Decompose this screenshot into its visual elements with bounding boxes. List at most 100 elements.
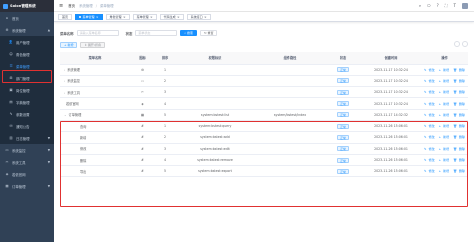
- sidebar-item[interactable]: ▦ 订单管理 ▼: [0, 180, 54, 192]
- sidebar-item[interactable]: ▥ 日志管理 ▼: [0, 132, 54, 144]
- expand-icon[interactable]: ›: [64, 68, 65, 72]
- add-child-button[interactable]: + 新增: [438, 90, 451, 94]
- tag-item[interactable]: 代码生成 ×: [159, 13, 184, 20]
- edit-button[interactable]: ✎ 修改: [423, 102, 436, 106]
- close-icon[interactable]: ×: [150, 15, 153, 19]
- sidebar-item-label: 日志管理: [16, 136, 30, 141]
- tag-item[interactable]: 菜单管理 ×: [132, 13, 157, 20]
- tag-item[interactable]: 菜单管理 ×: [75, 13, 103, 20]
- add-child-button[interactable]: + 新增: [438, 102, 451, 106]
- sidebar-item[interactable]: ⚙ 系统管理 ▲: [0, 24, 54, 36]
- sidebar-item[interactable]: ⌂ 首页: [0, 12, 54, 24]
- sidebar-item[interactable]: ◈ 若依官网: [0, 168, 54, 180]
- hide-search-icon[interactable]: [454, 41, 460, 47]
- delete-button[interactable]: 🗑 删除: [452, 135, 466, 139]
- table-row[interactable]: › 系统管理 ⚙ 1 正常 2023-11-17 10:32:24 ✎ 修改 + 新增 🗑 删除: [60, 64, 468, 76]
- sidebar-item[interactable]: ✉ 通知公告: [0, 120, 54, 132]
- status-cell: 正常: [325, 97, 361, 110]
- add-child-button[interactable]: + 新增: [438, 79, 451, 83]
- add-child-button[interactable]: + 新增: [438, 68, 451, 72]
- table-row[interactable]: 导出 #5 system:bstest:export 正常 2023-11-26 15:…: [60, 165, 468, 178]
- reset-button[interactable]: ↻ 重置: [200, 30, 218, 36]
- component-cell: [255, 143, 325, 155]
- menu-name-label: 菜单名称: [60, 31, 74, 36]
- sidebar-item[interactable]: ✎ 参数设置: [0, 108, 54, 120]
- add-child-button[interactable]: + 新增: [438, 147, 451, 151]
- menu-name-input[interactable]: 请输入菜单名称: [76, 30, 119, 36]
- sidebar-item[interactable]: ☺ 角色管理: [0, 48, 54, 60]
- close-icon[interactable]: ×: [177, 15, 180, 19]
- op-label: 修改: [428, 158, 435, 163]
- sort-cell: 3: [155, 86, 175, 99]
- close-icon[interactable]: ×: [123, 15, 126, 19]
- expand-collapse-button[interactable]: ↕ 展开/折叠: [80, 42, 105, 48]
- github-icon[interactable]: ⎔: [427, 3, 431, 8]
- op-label: 新增: [443, 112, 450, 117]
- question-icon[interactable]: ?: [437, 3, 439, 8]
- delete-button[interactable]: 🗑 删除: [452, 79, 466, 83]
- column-header: 状态: [325, 52, 361, 65]
- hamburger-icon[interactable]: ≡: [59, 3, 63, 9]
- status-select[interactable]: 菜单状态: [135, 30, 178, 36]
- table-row[interactable]: 新增 #2 system:bstest:add 正常 2023-11-26 15:06:…: [60, 131, 468, 144]
- edit-button[interactable]: ✎ 修改: [423, 147, 436, 151]
- add-child-button[interactable]: + 新增: [438, 169, 451, 173]
- delete-button[interactable]: 🗑 删除: [452, 147, 466, 151]
- add-button[interactable]: + 新增: [60, 42, 78, 48]
- expand-icon[interactable]: ⌄: [64, 113, 67, 117]
- edit-button[interactable]: ✎ 修改: [423, 135, 436, 139]
- sidebar-item[interactable]: ▤ 字典管理: [0, 96, 54, 108]
- edit-button[interactable]: ✎ 修改: [423, 169, 436, 173]
- edit-button[interactable]: ✎ 修改: [423, 68, 436, 72]
- sidebar-item[interactable]: ▣ 岗位管理: [0, 84, 54, 96]
- delete-button[interactable]: 🗑 删除: [452, 102, 466, 106]
- perm-cell: [175, 64, 255, 76]
- add-child-button[interactable]: + 新增: [438, 135, 451, 139]
- menu-name-cell: ⌄ 订单管理: [60, 109, 130, 121]
- avatar[interactable]: [462, 2, 468, 9]
- tag-item[interactable]: 系统接口 ×: [186, 13, 211, 20]
- edit-button[interactable]: ✎ 修改: [423, 124, 436, 128]
- table-row[interactable]: 删除 #4 system:bstest:remove 正常 2023-11-26 15:…: [60, 154, 468, 167]
- delete-button[interactable]: 🗑 删除: [452, 124, 466, 128]
- sidebar-item[interactable]: ✂ 系统工具 ▼: [0, 156, 54, 168]
- edit-icon: ✎: [424, 158, 427, 163]
- table-row[interactable]: ⌄ 订单管理 ▦ 5 system:bstest:list system/bstest/i…: [60, 109, 468, 121]
- table-row[interactable]: 修改 #3 system:bstest:edit 正常 2023-11-26 15:06…: [60, 143, 468, 155]
- close-icon[interactable]: ×: [204, 15, 207, 19]
- delete-button[interactable]: 🗑 删除: [452, 169, 466, 173]
- tag-item[interactable]: 角色管理 ×: [105, 13, 130, 20]
- edit-button[interactable]: ✎ 修改: [423, 113, 436, 117]
- column-header: 创建时间: [361, 52, 421, 65]
- tag-item[interactable]: 首页: [58, 13, 73, 20]
- font-size-icon[interactable]: T: [454, 3, 456, 8]
- delete-button[interactable]: 🗑 删除: [452, 158, 466, 162]
- sidebar-item[interactable]: 👤 用户管理: [0, 36, 54, 48]
- table-row[interactable]: › 系统监控 ▭ 2 正常 2023-11-17 10:32:24 ✎ 修改 + 新增 🗑 删除: [60, 75, 468, 88]
- delete-button[interactable]: 🗑 删除: [452, 113, 466, 117]
- sidebar-item-label: 系统工具: [12, 160, 26, 165]
- fullscreen-icon[interactable]: ⛶: [445, 3, 448, 8]
- close-icon[interactable]: ×: [96, 15, 99, 19]
- edit-button[interactable]: ✎ 修改: [423, 79, 436, 83]
- sidebar-item[interactable]: ▭ 系统监控 ▼: [0, 144, 54, 156]
- add-child-button[interactable]: + 新增: [438, 124, 451, 128]
- table-row[interactable]: › 系统工具 ✂ 3 正常 2023-11-17 10:32:24 ✎ 修改 + 新增 🗑 删除: [60, 86, 468, 99]
- expand-icon[interactable]: ›: [64, 79, 65, 83]
- edit-button[interactable]: ✎ 修改: [423, 158, 436, 162]
- time-cell: 2023-11-17 10:32:24: [361, 64, 421, 76]
- edit-button[interactable]: ✎ 修改: [423, 90, 436, 94]
- delete-button[interactable]: 🗑 删除: [452, 90, 466, 94]
- delete-button[interactable]: 🗑 删除: [452, 68, 466, 72]
- table-row[interactable]: 若依官网 ◈ 4 正常 2023-11-17 10:32:24 ✎ 修改 + 新增 🗑 删除: [60, 97, 468, 110]
- add-child-button[interactable]: + 新增: [438, 158, 451, 162]
- expand-icon[interactable]: ›: [64, 91, 65, 95]
- app-logo[interactable]: Solon管理系统: [0, 0, 54, 12]
- add-child-button[interactable]: + 新增: [438, 113, 451, 117]
- table-row[interactable]: 查询 #1 system:bstest:query 正常 2023-11-26 15:0…: [60, 120, 468, 133]
- sort-cell: 1: [155, 120, 175, 133]
- search-button[interactable]: ⌕ 搜索: [180, 30, 197, 36]
- refresh-icon[interactable]: [462, 41, 468, 47]
- search-icon[interactable]: ⌕: [419, 3, 421, 8]
- breadcrumb-home[interactable]: 首页: [68, 4, 75, 8]
